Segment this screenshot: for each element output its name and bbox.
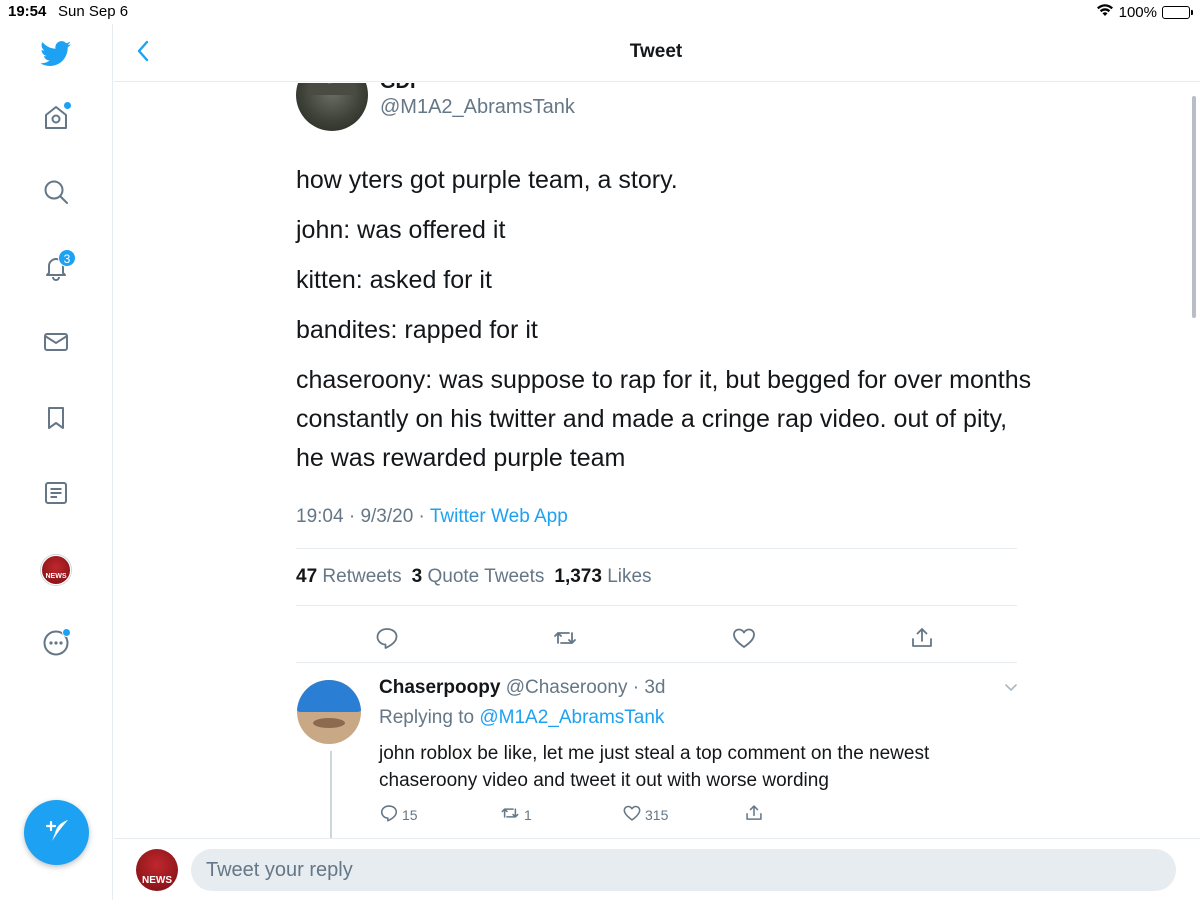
sidebar-item-home[interactable] — [38, 101, 74, 137]
avatar: NEWS — [41, 555, 71, 585]
reply-avatar[interactable] — [297, 680, 361, 744]
compose-tweet-button[interactable] — [24, 800, 89, 865]
tweet-date: 9/3/20 — [360, 506, 414, 527]
scrollbar[interactable] — [1192, 96, 1196, 318]
reply-author-handle[interactable]: @Chaseroony — [506, 677, 628, 698]
tweet-stats: 47 Retweets 3 Quote Tweets 1,373 Likes — [296, 566, 652, 588]
heart-icon — [622, 803, 642, 826]
quote-tweets-label: Quote Tweets — [427, 566, 545, 587]
mail-icon — [42, 328, 70, 361]
tweet-line: kitten: asked for it — [296, 266, 492, 294]
retweets-label: Retweets — [322, 566, 402, 587]
reply-icon[interactable] — [374, 625, 400, 651]
list-icon — [42, 479, 70, 512]
tweet-actions — [296, 621, 1017, 657]
battery-icon — [1162, 5, 1193, 19]
composer-avatar[interactable]: NEWS — [136, 849, 178, 891]
tweet-line: john: was offered it — [296, 216, 506, 244]
retweets-stat[interactable]: 47 Retweets — [296, 566, 402, 588]
tweet-line: chaseroony: was suppose to rap for it, b… — [296, 366, 1032, 472]
status-date: Sun Sep 6 — [58, 3, 129, 20]
feather-plus-icon — [42, 815, 72, 850]
sidebar-item-messages[interactable] — [38, 326, 74, 362]
replying-to-label: Replying to — [379, 707, 475, 728]
replying-to: Replying to @M1A2_AbramsTank — [379, 707, 664, 729]
reply-retweet-button[interactable]: 1 — [499, 803, 532, 826]
chevron-down-icon[interactable] — [1002, 681, 1020, 699]
reply-composer: NEWS — [114, 838, 1200, 900]
reply-reply-button[interactable]: 15 — [379, 803, 418, 826]
status-indicators: 100% — [1096, 3, 1193, 21]
reply-share-button[interactable] — [744, 803, 764, 826]
header: Tweet — [114, 24, 1200, 82]
share-icon — [744, 803, 764, 826]
battery-percent: 100% — [1118, 3, 1157, 21]
tweet-line: how yters got purple team, a story. — [296, 166, 678, 194]
page-title-text: Tweet — [629, 41, 683, 62]
reply-icon — [379, 803, 399, 826]
retweet-count: 1 — [524, 806, 532, 823]
reply-like-button[interactable]: 315 — [622, 803, 668, 826]
page-title: Tweet — [114, 41, 1200, 63]
search-icon — [42, 178, 70, 211]
reply-text: john roblox be like, let me just steal a… — [379, 743, 930, 791]
tweet-text: how yters got purple team, a story. john… — [296, 161, 1036, 489]
reply-age: 3d — [644, 677, 666, 698]
likes-stat[interactable]: 1,373 Likes — [554, 566, 651, 588]
reply-input[interactable] — [191, 849, 1176, 891]
divider — [296, 662, 1017, 663]
reply-header: Chaserpoopy @Chaseroony · 3d — [379, 677, 665, 699]
sidebar-item-explore[interactable] — [38, 176, 74, 212]
tweet-timestamp: 19:04 · 9/3/20 · Twitter Web App — [296, 506, 568, 527]
retweet-icon — [499, 803, 521, 826]
tweet-time: 19:04 — [296, 506, 344, 527]
bookmark-icon — [42, 404, 70, 437]
chevron-down-icon[interactable] — [1002, 83, 1020, 91]
home-unread-dot — [63, 101, 72, 110]
author-avatar[interactable] — [296, 83, 368, 131]
status-bar: 19:54 Sun Sep 6 100% — [0, 0, 1200, 24]
tweet-detail: GDI @M1A2_AbramsTank how yters got purpl… — [114, 83, 1200, 838]
reply-separator: · — [627, 677, 645, 698]
divider — [296, 605, 1017, 606]
sidebar-item-more[interactable] — [38, 627, 74, 663]
reply-actions: 15 1 315 — [379, 803, 779, 827]
thread-line — [330, 751, 332, 838]
twitter-bird-icon[interactable] — [38, 36, 74, 72]
author-handle[interactable]: @M1A2_AbramsTank — [380, 96, 575, 119]
sidebar-item-profile[interactable]: NEWS — [38, 552, 74, 588]
replying-to-handle[interactable]: @M1A2_AbramsTank — [479, 707, 664, 728]
wifi-icon — [1096, 3, 1114, 21]
sidebar: 3 NEWS — [0, 24, 113, 900]
share-icon[interactable] — [909, 625, 935, 651]
tweet-line: bandites: rapped for it — [296, 316, 538, 344]
tweet-source-link[interactable]: Twitter Web App — [430, 506, 568, 527]
quote-tweets-stat[interactable]: 3 Quote Tweets — [412, 566, 545, 588]
quote-tweets-count: 3 — [411, 566, 423, 587]
divider — [296, 548, 1017, 549]
like-count: 315 — [645, 806, 669, 823]
sidebar-item-notifications[interactable]: 3 — [38, 249, 76, 287]
reply-author-name[interactable]: Chaserpoopy — [379, 677, 500, 698]
likes-count: 1,373 — [554, 566, 602, 587]
retweets-count: 47 — [296, 566, 318, 587]
reply-count: 15 — [402, 806, 418, 823]
author-name[interactable]: GDI — [380, 83, 416, 94]
heart-icon[interactable] — [731, 625, 757, 651]
sidebar-item-lists[interactable] — [38, 477, 74, 513]
more-unread-dot — [62, 628, 71, 637]
likes-label: Likes — [607, 566, 652, 587]
sidebar-item-bookmarks[interactable] — [38, 402, 74, 438]
retweet-icon[interactable] — [552, 625, 578, 651]
notifications-badge: 3 — [58, 249, 76, 267]
status-time: 19:54 — [8, 3, 47, 20]
